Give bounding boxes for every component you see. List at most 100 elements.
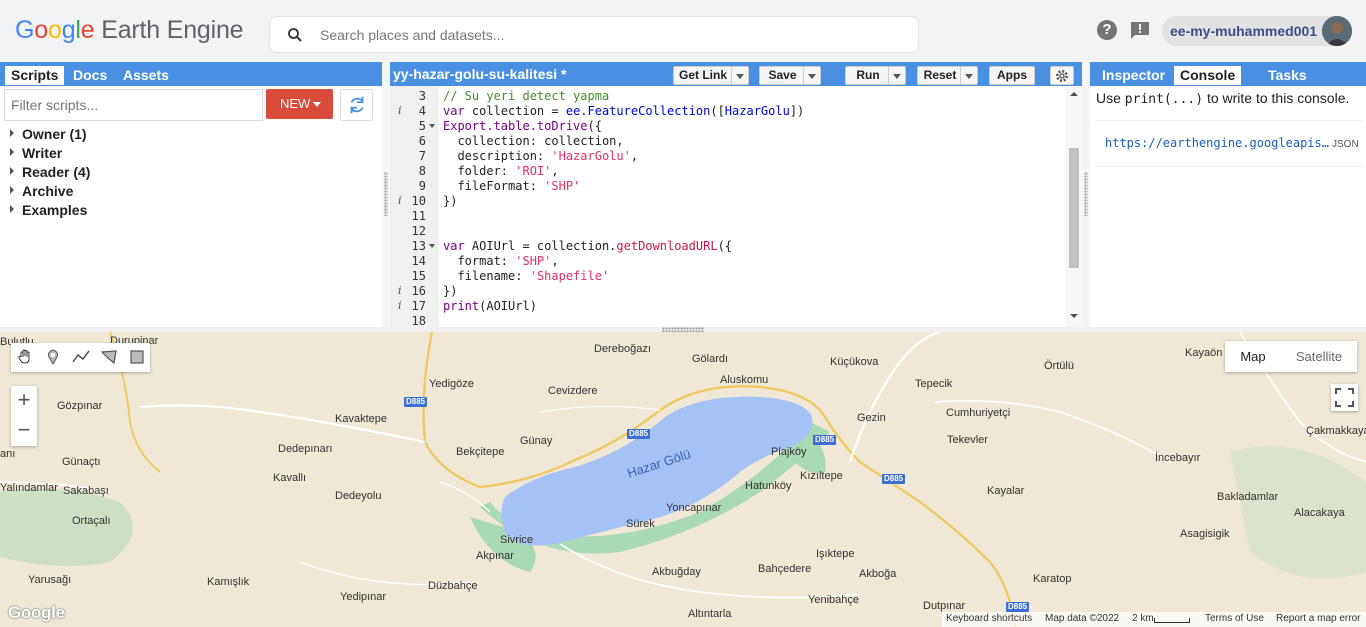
tab-docs[interactable]: Docs xyxy=(67,66,113,85)
editor-scrollbar[interactable] xyxy=(1066,86,1082,327)
info-icon[interactable]: i xyxy=(398,104,402,117)
tree-owner[interactable]: Owner (1) xyxy=(10,126,87,142)
help-icon[interactable]: ? xyxy=(1097,20,1117,40)
filter-scripts-input[interactable] xyxy=(4,89,263,121)
line-number: 15 xyxy=(411,269,426,283)
road-badge: D885 xyxy=(627,429,651,439)
line-number: 12 xyxy=(411,224,426,238)
place-label: Akpınar xyxy=(476,550,514,562)
account-switcher[interactable]: ee-my-muhammed001 xyxy=(1162,16,1352,46)
tree-writer-label: Writer xyxy=(22,145,63,161)
settings-button[interactable] xyxy=(1050,66,1074,85)
code-line: fileFormat: 'SHP' xyxy=(443,179,581,193)
tree-writer[interactable]: Writer xyxy=(10,145,62,161)
hint-code: print(...) xyxy=(1124,92,1204,107)
map-canvas[interactable]: Hazar Gölü Bulutlu Durupinar Dereboğazı … xyxy=(0,332,1366,627)
rectangle-draw-icon[interactable] xyxy=(128,348,146,366)
reset-button[interactable]: Reset xyxy=(917,66,963,85)
console-output-link[interactable]: https://earthengine.googleapis.com/v1/pr… xyxy=(1105,136,1333,150)
line-number: 8 xyxy=(418,164,426,178)
place-label: Bekçitepe xyxy=(456,446,505,458)
fold-arrow-icon[interactable] xyxy=(429,124,435,128)
editor-scroll-thumb[interactable] xyxy=(1069,148,1079,268)
search-input[interactable] xyxy=(320,25,900,45)
place-label: Dedepınarı xyxy=(278,443,333,455)
code-line: // Su yeri detect yapma xyxy=(443,89,610,103)
save-button[interactable]: Save xyxy=(759,66,806,85)
apps-button[interactable]: Apps xyxy=(989,66,1035,85)
place-label: Kızıltepe xyxy=(800,470,843,482)
hand-pan-icon[interactable] xyxy=(16,348,34,366)
caret-right-icon xyxy=(10,129,14,137)
keyboard-shortcuts-link[interactable]: Keyboard shortcuts xyxy=(946,613,1032,624)
right-splitter[interactable] xyxy=(1082,62,1090,327)
tab-assets[interactable]: Assets xyxy=(117,66,175,85)
marker-icon[interactable] xyxy=(44,348,62,366)
logo-product-text: Earth Engine xyxy=(101,16,244,44)
info-icon[interactable]: i xyxy=(398,194,402,207)
save-dropdown[interactable] xyxy=(803,66,821,85)
tree-reader[interactable]: Reader (4) xyxy=(10,164,90,180)
line-number: 13 xyxy=(411,239,426,253)
refresh-button[interactable] xyxy=(340,89,373,121)
report-error-link[interactable]: Report a map error xyxy=(1276,613,1360,624)
run-dropdown[interactable] xyxy=(888,66,906,85)
search-box[interactable] xyxy=(269,16,919,53)
fold-arrow-icon[interactable] xyxy=(429,244,435,248)
caret-right-icon xyxy=(10,186,14,194)
terms-link[interactable]: Terms of Use xyxy=(1205,613,1264,624)
place-label: Yoncapınar xyxy=(666,502,722,514)
tab-scripts[interactable]: Scripts xyxy=(5,66,65,85)
tab-inspector[interactable]: Inspector xyxy=(1096,66,1171,85)
code-line: description: 'HazarGolu', xyxy=(443,149,639,163)
place-label: Yalındamlar xyxy=(0,482,58,494)
caret-down-icon xyxy=(313,102,321,107)
map-data-text: Map data ©2022 xyxy=(1045,613,1120,624)
place-label: Dutpınar xyxy=(923,600,966,612)
zoom-in-button[interactable]: + xyxy=(11,386,37,416)
earth-engine-logo[interactable]: Google Earth Engine xyxy=(15,16,244,45)
get-link-dropdown[interactable] xyxy=(731,66,749,85)
tree-examples[interactable]: Examples xyxy=(10,202,87,218)
reset-dropdown[interactable] xyxy=(960,66,978,85)
place-label: Gölardı xyxy=(692,353,729,365)
feedback-icon[interactable] xyxy=(1129,20,1151,40)
fullscreen-button[interactable] xyxy=(1331,384,1358,411)
get-link-button[interactable]: Get Link xyxy=(673,66,733,85)
code-line: collection: collection, xyxy=(443,134,624,148)
scale-bar xyxy=(1154,618,1190,623)
code-line: var collection = ee.FeatureCollection([H… xyxy=(443,104,805,118)
map-type-map-button[interactable]: Map xyxy=(1225,341,1281,372)
place-label: Düzbahçe xyxy=(428,580,478,592)
scripts-tabbar: Scripts Docs Assets xyxy=(0,62,382,86)
place-label: Altıntarla xyxy=(688,608,732,620)
refresh-icon xyxy=(350,96,364,114)
scroll-up-icon[interactable] xyxy=(1066,89,1082,99)
place-label: Çakmakkaya xyxy=(1306,425,1366,437)
scroll-down-icon[interactable] xyxy=(1066,311,1082,321)
code-editor[interactable]: 3 4 5 6 7 8 9 10 11 12 13 14 15 16 17 18… xyxy=(390,86,1082,328)
new-button[interactable]: NEW xyxy=(266,89,333,119)
left-splitter[interactable] xyxy=(382,62,390,327)
map-type-satellite-button[interactable]: Satellite xyxy=(1281,341,1357,372)
tab-console[interactable]: Console xyxy=(1174,66,1242,85)
avatar[interactable] xyxy=(1322,16,1352,46)
tab-tasks[interactable]: Tasks xyxy=(1262,66,1313,85)
line-draw-icon[interactable] xyxy=(72,348,90,366)
polygon-draw-icon[interactable] xyxy=(100,348,118,366)
road-badge: D885 xyxy=(404,397,428,407)
place-label: anı xyxy=(0,448,16,460)
info-icon[interactable]: i xyxy=(398,299,402,312)
json-badge[interactable]: JSON xyxy=(1332,139,1359,150)
place-label: Kayalar xyxy=(987,485,1025,497)
tree-archive-label: Archive xyxy=(22,183,74,199)
place-label: Akboğa xyxy=(859,568,897,580)
tree-archive[interactable]: Archive xyxy=(10,183,73,199)
place-label: Plajköy xyxy=(771,446,807,458)
info-icon[interactable]: i xyxy=(398,284,402,297)
run-button[interactable]: Run xyxy=(845,66,891,85)
divider xyxy=(1095,120,1363,121)
map-base-layer xyxy=(0,332,1366,627)
place-label: Kamışlık xyxy=(207,576,250,588)
zoom-out-button[interactable]: − xyxy=(11,416,37,446)
